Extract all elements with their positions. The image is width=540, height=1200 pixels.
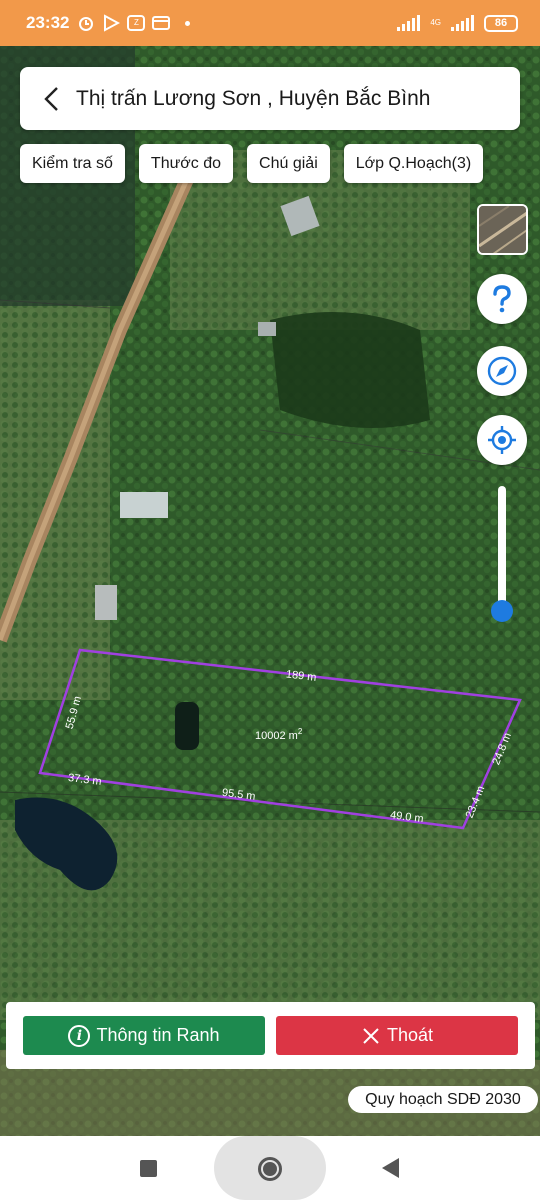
planning-year-label: Quy hoạch SDĐ 2030 <box>365 1090 521 1108</box>
boundary-info-button[interactable]: i Thông tin Ranh <box>23 1016 265 1055</box>
measure-chip[interactable]: Thước đo <box>138 144 234 183</box>
toolbar-chips: Kiểm tra số Thước đo Chú giải Lớp Q.Hoạc… <box>20 144 484 183</box>
parcel-area-unit-sup: 2 <box>298 727 303 736</box>
status-bar: 23:32 Z 4G 86 <box>0 0 540 46</box>
check-number-chip[interactable]: Kiểm tra số <box>20 144 125 183</box>
zoom-slider-thumb[interactable] <box>491 600 513 622</box>
zoom-slider-track[interactable] <box>498 486 506 614</box>
parcel-area-value: 10002 m <box>255 730 298 742</box>
close-icon <box>363 1027 379 1044</box>
play-icon <box>104 14 121 32</box>
system-navigation-bar <box>0 1136 540 1200</box>
home-icon[interactable] <box>258 1157 282 1181</box>
planning-layer-chip[interactable]: Lớp Q.Hoạch(3) <box>343 144 484 183</box>
help-icon <box>493 285 511 313</box>
dot-icon <box>185 20 191 26</box>
zalo-icon: Z <box>127 15 146 31</box>
map-canvas[interactable]: 10002 m2 189 m 55.9 m 37.3 m 95.5 m 49.0… <box>0 46 540 1136</box>
locate-icon <box>488 426 516 454</box>
back-icon[interactable] <box>382 1158 399 1178</box>
info-icon: i <box>68 1024 91 1047</box>
network-type: 4G <box>430 18 441 27</box>
signal-icon <box>397 15 421 31</box>
compass-icon <box>487 356 517 386</box>
planning-year-badge: Quy hoạch SDĐ 2030 <box>348 1086 538 1113</box>
locate-button[interactable] <box>477 415 527 465</box>
satellite-map[interactable]: 10002 m2 189 m 55.9 m 37.3 m 95.5 m 49.0… <box>0 46 540 1136</box>
exit-label: Thoát <box>386 1025 434 1045</box>
compass-button[interactable] <box>477 346 527 396</box>
battery-level: 86 <box>494 16 508 29</box>
legend-chip[interactable]: Chú giải <box>247 144 330 183</box>
layer-thumbnail[interactable] <box>477 204 528 255</box>
recent-apps-icon[interactable] <box>140 1160 157 1177</box>
chevron-left-icon[interactable] <box>36 84 66 114</box>
card-icon <box>152 16 171 30</box>
location-header: Thị trấn Lương Sơn , Huyện Bắc Bình <box>20 67 520 130</box>
boundary-info-label: Thông tin Ranh <box>96 1025 220 1045</box>
parcel-area-label: 10002 m2 <box>255 727 303 742</box>
location-title: Thị trấn Lương Sơn , Huyện Bắc Bình <box>76 86 431 110</box>
battery-icon: 86 <box>484 14 518 32</box>
bottom-action-panel: i Thông tin Ranh Thoát <box>6 1002 535 1069</box>
exit-button[interactable]: Thoát <box>276 1016 518 1055</box>
status-time: 23:32 <box>26 13 70 32</box>
alarm-icon <box>79 17 94 31</box>
help-button[interactable] <box>477 274 527 324</box>
signal-icon <box>451 15 474 31</box>
